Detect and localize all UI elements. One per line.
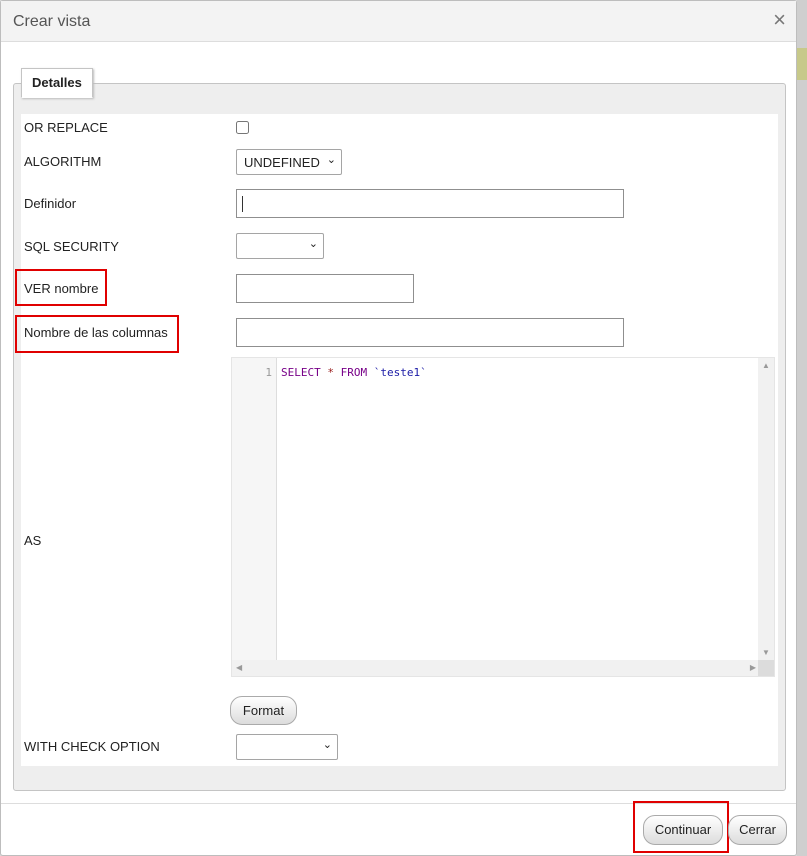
keyword-from: FROM [340,366,368,379]
dialog-title: Crear vista [13,13,91,30]
table-name: `teste1` [373,366,427,379]
view-name-input[interactable] [236,274,414,303]
column-names-input[interactable] [236,318,624,347]
column-names-label: Nombre de las columnas [24,325,168,340]
background-highlight [797,48,807,80]
scroll-down-icon[interactable]: ▼ [762,648,770,657]
with-check-option-label: WITH CHECK OPTION [24,739,160,754]
with-check-option-select[interactable]: ⌄ [236,734,338,760]
sql-security-select[interactable]: ⌄ [236,233,324,259]
line-number: 1 [265,366,272,379]
scroll-left-icon[interactable]: ◀ [236,663,242,672]
background-page [797,0,807,856]
editor-gutter: 1 [232,358,277,660]
algorithm-select[interactable]: UNDEFINED ⌄ [236,149,342,175]
continue-button[interactable]: Continuar [643,815,723,845]
text-cursor [242,196,243,212]
algorithm-label: ALGORITHM [24,154,102,169]
format-button[interactable]: Format [230,696,297,725]
algorithm-value: UNDEFINED [244,155,320,170]
vertical-scrollbar[interactable]: ▲ ▼ [758,358,774,660]
definer-input[interactable] [236,189,624,218]
as-label: AS [24,533,42,548]
close-icon[interactable]: × [773,9,786,31]
view-name-label: VER nombre [24,281,99,296]
definer-label: Definidor [24,196,77,211]
chevron-down-icon: ⌄ [326,154,336,166]
sql-editor[interactable]: 1 SELECT * FROM `teste1` ▲ ▼ ◀ ▶ [231,357,775,677]
details-legend: Detalles [21,68,93,98]
or-replace-checkbox[interactable] [236,121,249,134]
chevron-down-icon: ⌄ [322,739,332,751]
scroll-up-icon[interactable]: ▲ [762,361,770,370]
horizontal-scrollbar[interactable]: ◀ ▶ [232,660,760,676]
or-replace-label: OR REPLACE [24,120,108,135]
sql-security-label: SQL SECURITY [24,239,119,254]
dialog-titlebar: Crear vista × [1,1,796,42]
scroll-right-icon[interactable]: ▶ [750,663,756,672]
close-button[interactable]: Cerrar [728,815,787,845]
sql-code-line[interactable]: SELECT * FROM `teste1` [281,366,427,379]
operator-star: * [327,366,334,379]
chevron-down-icon: ⌄ [308,238,318,250]
keyword-select: SELECT [281,366,321,379]
create-view-dialog: Crear vista × Detalles OR REPLACE ALGORI… [0,0,797,856]
resize-handle[interactable] [758,660,774,676]
